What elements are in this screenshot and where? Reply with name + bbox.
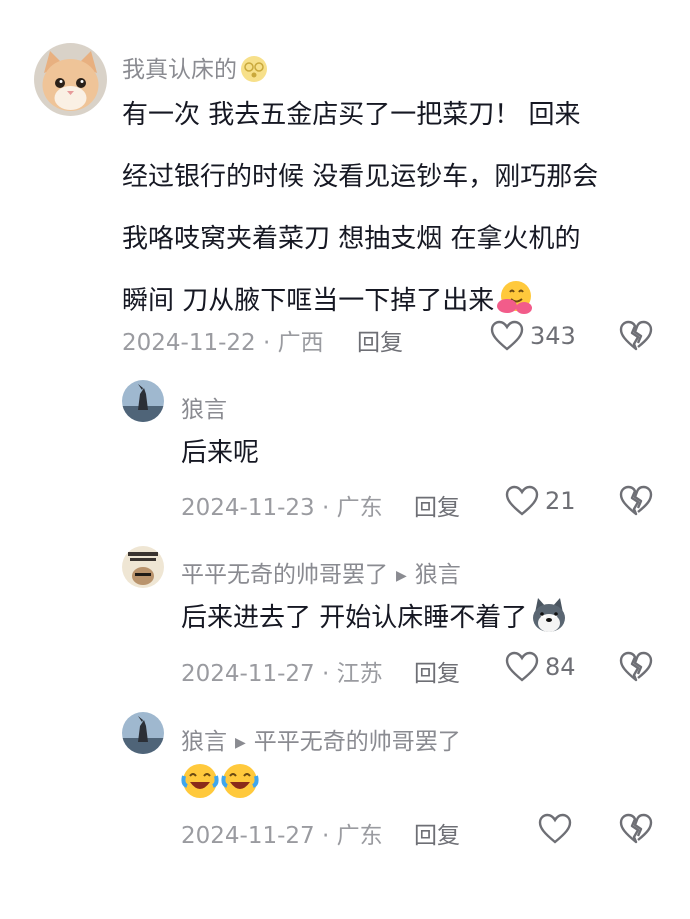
comment-meta: 2024-11-23 · 广东 bbox=[181, 495, 383, 521]
meme-avatar-icon bbox=[122, 546, 164, 588]
wolf-avatar-icon bbox=[122, 712, 164, 754]
avatar-wolf[interactable] bbox=[122, 712, 164, 754]
comment-author[interactable]: 狼言 ▶ 平平无奇的帅哥罢了 bbox=[181, 722, 461, 756]
dislike-button[interactable] bbox=[619, 485, 653, 521]
wolf-avatar-icon bbox=[122, 380, 164, 422]
comment-meta: 2024-11-22 · 广西 bbox=[122, 330, 324, 356]
dizzy-face-icon bbox=[241, 55, 267, 82]
broken-heart-icon bbox=[619, 813, 653, 844]
hugging-face-icon bbox=[497, 280, 533, 314]
author-name: 平平无奇的帅哥罢了 bbox=[181, 562, 388, 588]
heart-icon bbox=[505, 651, 539, 682]
reply-arrow-icon: ▶ bbox=[396, 568, 407, 584]
comment-line: 瞬间 刀从腋下哐当一下掉了出来 bbox=[122, 286, 495, 316]
comment-line: 我咯吱窝夹着菜刀 想抽支烟 在拿火机的 bbox=[122, 224, 581, 254]
reply-button[interactable]: 回复 bbox=[414, 654, 460, 688]
reply-button[interactable]: 回复 bbox=[414, 488, 460, 522]
broken-heart-icon bbox=[619, 485, 653, 516]
like-count: 343 bbox=[530, 322, 576, 350]
like-button[interactable]: 84 bbox=[505, 651, 576, 683]
broken-heart-icon bbox=[619, 320, 653, 351]
comment-author[interactable]: 狼言 bbox=[181, 390, 227, 424]
like-button[interactable]: 21 bbox=[505, 485, 576, 517]
comment-author[interactable]: 我真认床的 bbox=[122, 50, 269, 86]
comment-text: 有一次 我去五金店买了一把菜刀！ 回来 经过银行的时候 没看见运钞车，刚巧那会 … bbox=[122, 84, 682, 332]
reply-button[interactable]: 回复 bbox=[357, 323, 403, 357]
like-count: 84 bbox=[545, 653, 576, 681]
broken-heart-icon bbox=[619, 651, 653, 682]
comment-line: 有一次 我去五金店买了一把菜刀！ 回来 bbox=[122, 100, 581, 130]
reply-arrow-icon: ▶ bbox=[235, 735, 246, 751]
comment-text: 后来进去了 开始认床睡不着了 bbox=[181, 587, 569, 649]
heart-icon bbox=[505, 485, 539, 516]
author-name: 我真认床的 bbox=[122, 57, 237, 83]
comment-author[interactable]: 平平无奇的帅哥罢了 ▶ 狼言 bbox=[181, 555, 461, 589]
reply-to-name: 狼言 bbox=[414, 562, 461, 588]
reply-button[interactable]: 回复 bbox=[414, 816, 460, 850]
dislike-button[interactable] bbox=[619, 651, 653, 687]
author-name: 狼言 bbox=[181, 729, 227, 755]
like-button[interactable] bbox=[538, 813, 572, 845]
cat-avatar-icon bbox=[34, 43, 107, 116]
avatar-meme[interactable] bbox=[122, 546, 164, 588]
reply-to-name: 平平无奇的帅哥罢了 bbox=[253, 729, 461, 755]
comment-line: 经过银行的时候 没看见运钞车，刚巧那会 bbox=[122, 162, 599, 192]
like-count: 21 bbox=[545, 487, 576, 515]
dislike-button[interactable] bbox=[619, 320, 653, 356]
crying-laughing-icon bbox=[221, 764, 259, 798]
avatar-wolf[interactable] bbox=[122, 380, 164, 422]
heart-icon bbox=[538, 813, 572, 844]
comment-emojis bbox=[181, 762, 259, 800]
dislike-button[interactable] bbox=[619, 813, 653, 849]
crying-laughing-icon bbox=[181, 764, 219, 798]
comment-meta: 2024-11-27 · 广东 bbox=[181, 823, 383, 849]
heart-icon bbox=[490, 320, 524, 351]
comment-meta: 2024-11-27 · 江苏 bbox=[181, 661, 383, 687]
comment-text: 后来呢 bbox=[181, 438, 260, 468]
like-button[interactable]: 343 bbox=[490, 320, 576, 352]
comment-line: 后来进去了 开始认床睡不着了 bbox=[181, 603, 528, 633]
husky-face-icon bbox=[533, 597, 566, 632]
avatar-cat[interactable] bbox=[34, 43, 107, 116]
